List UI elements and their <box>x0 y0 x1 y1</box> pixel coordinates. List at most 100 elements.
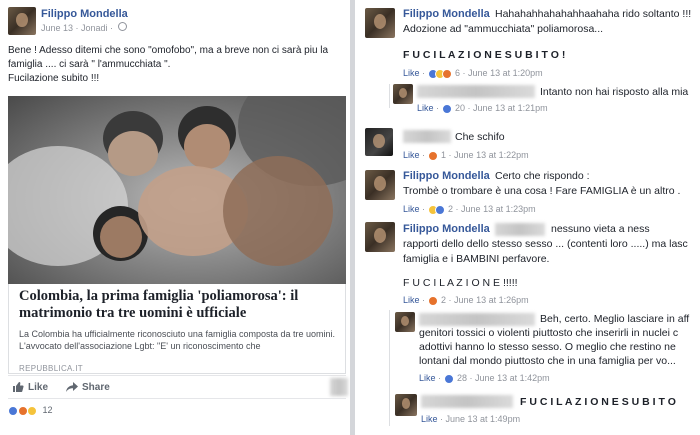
comment-actions: Like · 2 · June 13 at 1:23pm <box>403 204 536 215</box>
comment-text-line: famiglia e i BAMBINI perfavore. <box>403 253 550 265</box>
comment-text-line: F U C I L A Z I O N E S U B I T O <box>520 396 676 408</box>
globe-icon <box>118 22 127 31</box>
reaction-count: 12 <box>42 405 53 415</box>
commenter-avatar[interactable] <box>365 128 393 156</box>
blurred-mention <box>495 223 545 236</box>
comment-like-link[interactable]: Like <box>419 373 436 383</box>
blurred-area <box>330 378 348 396</box>
commenter-avatar[interactable] <box>365 8 395 38</box>
share-icon <box>66 382 78 392</box>
divider <box>8 375 346 376</box>
link-description-line: L'avvocato dell'associazione Lgbt: "E' u… <box>19 341 261 351</box>
comment-time[interactable]: June 13 at 1:21pm <box>473 103 548 113</box>
commenter-name[interactable]: Filippo Mondella <box>403 8 490 20</box>
comment-actions: Like · 6 · June 13 at 1:20pm <box>403 68 543 79</box>
image-shape <box>108 131 158 176</box>
comment-time[interactable]: June 13 at 1:20pm <box>468 68 543 78</box>
comment-time[interactable]: June 13 at 1:26pm <box>454 295 529 305</box>
comment-time[interactable]: June 13 at 1:42pm <box>475 373 550 383</box>
like-button[interactable]: Like <box>12 381 48 393</box>
link-preview-image[interactable] <box>8 96 346 284</box>
blurred-commenter-name <box>403 130 451 143</box>
comment-actions: Like · June 13 at 1:49pm <box>421 414 521 424</box>
image-shape <box>184 124 230 169</box>
commenter-avatar[interactable] <box>395 394 417 416</box>
image-shape <box>223 156 333 266</box>
comment-reaction-count: 2 <box>448 204 454 214</box>
comment-like-link[interactable]: Like <box>417 103 434 113</box>
angry-reaction-icon <box>17 405 28 416</box>
blurred-commenter-name <box>417 85 535 98</box>
comment-text-line: genitori tossici o violenti piuttosto ch… <box>419 327 679 339</box>
comment-actions: Like · 28 · June 13 at 1:42pm <box>419 373 550 384</box>
like-label: Like <box>28 381 49 393</box>
like-reaction-icon <box>434 204 445 215</box>
blurred-commenter-name <box>419 313 535 326</box>
angry-reaction-icon <box>441 68 452 79</box>
comment-text-line: Certo che rispondo : <box>495 170 590 182</box>
commenter-avatar[interactable] <box>393 84 413 104</box>
post-text-line: Fucilazione subito !!! <box>8 73 100 84</box>
commenter-avatar[interactable] <box>365 222 395 252</box>
comment-reaction-count: 1 <box>441 150 447 160</box>
comment-reaction-count: 2 <box>441 295 447 305</box>
comment-reaction-count: 20 <box>455 103 466 113</box>
reply-thread-line <box>389 390 390 426</box>
link-title[interactable]: Colombia, la prima famiglia 'poliamorosa… <box>19 288 339 322</box>
link-preview-card[interactable]: Colombia, la prima famiglia 'poliamorosa… <box>8 284 346 374</box>
angry-reaction-icon <box>427 295 438 306</box>
comment-time[interactable]: June 13 at 1:49pm <box>446 414 521 424</box>
comment-like-link[interactable]: Like <box>403 204 420 214</box>
commenter-avatar[interactable] <box>365 170 395 200</box>
comment-reaction-count: 28 <box>457 373 468 383</box>
post-timestamp[interactable]: June 13 · Jonadi · <box>41 23 113 33</box>
haha-reaction-icon <box>27 405 38 416</box>
comment-actions: Like · 1 · June 13 at 1:22pm <box>403 150 529 161</box>
comment-like-link[interactable]: Like <box>403 295 420 305</box>
post-text-line: Bene ! Adesso ditemi che sono "omofobo",… <box>8 45 329 56</box>
link-source: REPUBBLICA.IT <box>19 364 83 373</box>
link-description: La Colombia ha ufficialmente riconosciut… <box>19 328 345 352</box>
comment-text-line: Trombè o trombare è una cosa ! Fare FAMI… <box>403 185 681 197</box>
comment-text-line: Beh, certo. Meglio lasciare in aff <box>540 313 690 325</box>
comment-like-link[interactable]: Like <box>403 68 420 78</box>
commenter-name[interactable]: Filippo Mondella <box>403 170 490 182</box>
comment-text-line: Adozione ad "ammucchiata" poliamorosa... <box>403 23 604 35</box>
author-avatar[interactable] <box>8 7 36 35</box>
comment-actions: Like · 20 · June 13 at 1:21pm <box>417 103 548 114</box>
share-label: Share <box>82 381 110 393</box>
like-reaction-icon <box>8 405 18 416</box>
post-author-name[interactable]: Filippo Mondella <box>41 8 128 20</box>
comment-text-line: Hahahahhahahahhaahaha rido soltanto !!! <box>495 8 692 20</box>
thumbs-up-icon <box>13 382 24 392</box>
comment-text-line: F U C I L A Z I O N E S U B I T O ! <box>403 49 566 61</box>
reply-thread-line <box>389 310 390 390</box>
comment-time[interactable]: June 13 at 1:23pm <box>461 204 536 214</box>
comment-time[interactable]: June 13 at 1:22pm <box>454 150 529 160</box>
comment-like-link[interactable]: Like <box>421 414 438 424</box>
divider <box>8 398 346 399</box>
share-button[interactable]: Share <box>66 381 110 393</box>
comment-text-line: nessuno vieta a ness <box>551 223 650 235</box>
post-body: Bene ! Adesso ditemi che sono "omofobo",… <box>8 44 328 86</box>
reaction-summary[interactable]: 12 <box>8 405 53 416</box>
commenter-avatar[interactable] <box>395 312 415 332</box>
comments-panel: Filippo Mondella Hahahahhahahahhaahaha r… <box>355 0 700 435</box>
post-text-line: famiglia .... ci sarà " l'ammucchiata ". <box>8 59 171 70</box>
reply-thread-line <box>389 84 390 108</box>
comment-reaction-count: 6 <box>455 68 461 78</box>
like-reaction-icon <box>441 103 452 114</box>
comment-text-line: Che schifo <box>455 131 505 143</box>
angry-reaction-icon <box>427 150 438 161</box>
comment-text-line: Intanto non hai risposto alla mia <box>540 86 689 98</box>
comment-text-line: adottivi hanno lo stesso sesso. O meglio… <box>419 341 676 353</box>
comment-actions: Like · 2 · June 13 at 1:26pm <box>403 295 529 306</box>
image-shape <box>100 216 142 258</box>
link-description-line: La Colombia ha ufficialmente riconosciut… <box>19 329 336 339</box>
like-reaction-icon <box>443 373 454 384</box>
comment-text-line: F U C I L A Z I O N E !!!!! <box>403 277 518 289</box>
comment-like-link[interactable]: Like <box>403 150 420 160</box>
commenter-name[interactable]: Filippo Mondella <box>403 223 490 235</box>
comment-text-line: rapporti dello dello stesso sesso ... (c… <box>403 238 688 250</box>
comment-text-line: lontani dal mondo piuttosto che in una f… <box>419 355 676 367</box>
